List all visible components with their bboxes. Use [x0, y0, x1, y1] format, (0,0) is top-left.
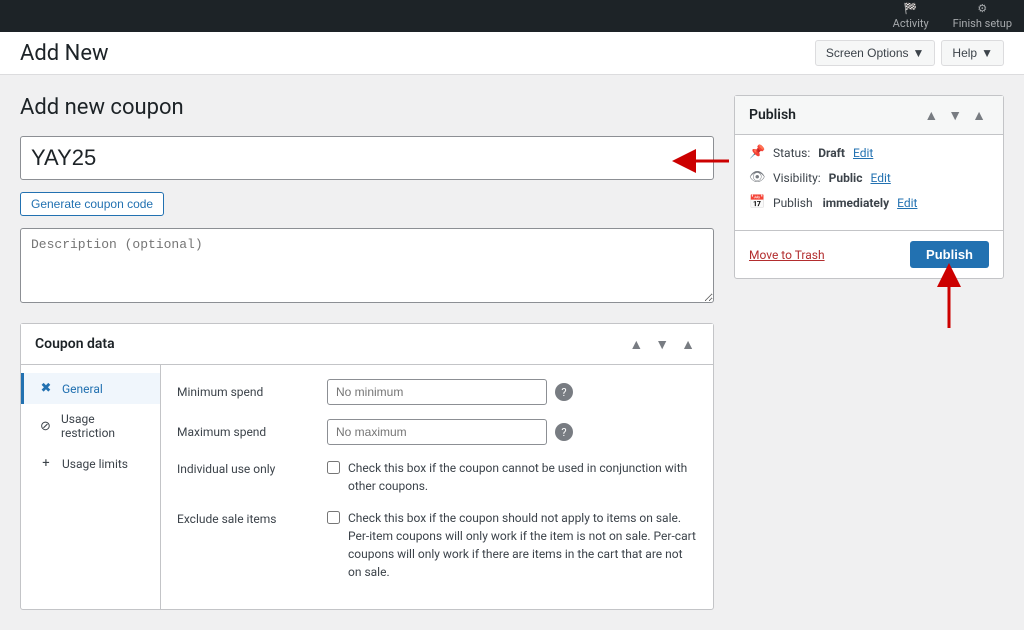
minimum-spend-input[interactable] — [327, 379, 547, 405]
tab-usage-limits[interactable]: + Usage limits — [21, 448, 160, 479]
individual-use-description: Check this box if the coupon cannot be u… — [348, 459, 697, 495]
activity-nav-item[interactable]: 🏁 Activity — [881, 0, 941, 32]
minimum-spend-field: ? — [327, 379, 697, 405]
main-content: Add new coupon Generate coupon code Coup — [0, 75, 1024, 630]
help-label: Help — [952, 46, 977, 60]
left-column: Add new coupon Generate coupon code Coup — [20, 95, 714, 610]
publish-time-value: immediately — [823, 196, 890, 210]
minimum-spend-row: Minimum spend ? — [177, 379, 697, 405]
page-title: Add New — [20, 41, 109, 66]
usage-limits-tab-label: Usage limits — [62, 457, 128, 471]
tab-general[interactable]: ✖ General — [21, 373, 160, 404]
visibility-icon: 👁 — [749, 170, 765, 185]
activity-icon: 🏁 — [904, 2, 918, 15]
publish-box-body: 📌 Status: Draft Edit 👁 Visibility: Publi… — [735, 135, 1003, 230]
publish-box: Publish ▲ ▼ ▲ 📌 Status: Draft Edit 👁 — [734, 95, 1004, 279]
exclude-sale-items-checkbox[interactable] — [327, 511, 340, 524]
coupon-data-body: ✖ General ⊘ Usage restriction + Usage li… — [21, 365, 713, 609]
exclude-sale-items-row: Exclude sale items Check this box if the… — [177, 509, 697, 581]
usage-restriction-tab-icon: ⊘ — [38, 419, 53, 434]
publish-time-row: 📅 Publish immediately Edit — [749, 195, 989, 210]
coupon-data-collapse-up-button[interactable]: ▲ — [625, 334, 647, 354]
coupon-tabs: ✖ General ⊘ Usage restriction + Usage li… — [21, 365, 161, 609]
tab-usage-restriction[interactable]: ⊘ Usage restriction — [21, 404, 160, 448]
finish-setup-icon: ⚙ — [977, 2, 987, 15]
individual-use-label: Individual use only — [177, 459, 327, 476]
right-column: Publish ▲ ▼ ▲ 📌 Status: Draft Edit 👁 — [734, 95, 1004, 610]
general-tab-label: General — [62, 382, 103, 396]
move-to-trash-link[interactable]: Move to Trash — [749, 248, 825, 262]
coupon-data-header: Coupon data ▲ ▼ ▲ — [21, 324, 713, 365]
help-chevron-icon: ▼ — [981, 46, 993, 60]
finish-setup-nav-item[interactable]: ⚙ Finish setup — [941, 0, 1024, 32]
publish-time-edit-link[interactable]: Edit — [897, 196, 917, 210]
red-arrow-annotation-input — [674, 141, 734, 181]
page-title-bar: Add New Screen Options ▼ Help ▼ — [0, 32, 1024, 75]
publish-box-controls: ▲ ▼ ▲ — [921, 106, 989, 124]
usage-restriction-tab-label: Usage restriction — [61, 412, 146, 440]
usage-limits-tab-icon: + — [38, 456, 54, 471]
visibility-row: 👁 Visibility: Public Edit — [749, 170, 989, 185]
minimum-spend-help-icon[interactable]: ? — [555, 383, 573, 401]
status-row: 📌 Status: Draft Edit — [749, 145, 989, 160]
coupon-code-input[interactable] — [20, 136, 714, 180]
activity-label: Activity — [893, 17, 929, 30]
screen-options-chevron-icon: ▼ — [913, 46, 925, 60]
individual-use-checkbox[interactable] — [327, 461, 340, 474]
finish-setup-label: Finish setup — [953, 17, 1012, 30]
publish-time-label: Publish — [773, 196, 813, 210]
screen-help-buttons: Screen Options ▼ Help ▼ — [815, 40, 1004, 66]
coupon-data-minimize-button[interactable]: ▲ — [677, 334, 699, 354]
maximum-spend-field: ? — [327, 419, 697, 445]
calendar-icon: 📅 — [749, 195, 765, 210]
status-edit-link[interactable]: Edit — [853, 146, 873, 160]
maximum-spend-row: Maximum spend ? — [177, 419, 697, 445]
exclude-sale-items-description: Check this box if the coupon should not … — [348, 509, 697, 581]
general-tab-icon: ✖ — [38, 381, 54, 396]
coupon-data-controls: ▲ ▼ ▲ — [625, 334, 699, 354]
description-textarea[interactable] — [20, 228, 714, 303]
publish-box-header: Publish ▲ ▼ ▲ — [735, 96, 1003, 135]
maximum-spend-help-icon[interactable]: ? — [555, 423, 573, 441]
minimum-spend-label: Minimum spend — [177, 379, 327, 399]
maximum-spend-input[interactable] — [327, 419, 547, 445]
visibility-edit-link[interactable]: Edit — [870, 171, 890, 185]
publish-box-footer: Move to Trash Publish — [735, 230, 1003, 278]
add-new-coupon-heading: Add new coupon — [20, 95, 714, 120]
visibility-label: Visibility: — [773, 171, 821, 185]
visibility-value: Public — [829, 171, 863, 185]
red-arrow-annotation-publish — [919, 263, 979, 333]
status-icon: 📌 — [749, 145, 765, 160]
publish-minimize-button[interactable]: ▲ — [969, 106, 989, 124]
publish-button-wrapper: Publish — [910, 241, 989, 268]
screen-options-label: Screen Options — [826, 46, 909, 60]
top-navigation: 🏁 Activity ⚙ Finish setup — [0, 0, 1024, 32]
status-label: Status: — [773, 146, 810, 160]
individual-use-row: Individual use only Check this box if th… — [177, 459, 697, 495]
maximum-spend-label: Maximum spend — [177, 419, 327, 439]
generate-coupon-code-button[interactable]: Generate coupon code — [20, 192, 164, 216]
status-value: Draft — [818, 146, 845, 160]
screen-options-button[interactable]: Screen Options ▼ — [815, 40, 936, 66]
publish-collapse-up-button[interactable]: ▲ — [921, 106, 941, 124]
help-button[interactable]: Help ▼ — [941, 40, 1004, 66]
coupon-tab-general-content: Minimum spend ? Maximum spend ? — [161, 365, 713, 609]
coupon-data-title: Coupon data — [35, 336, 115, 352]
coupon-data-collapse-down-button[interactable]: ▼ — [651, 334, 673, 354]
individual-use-field: Check this box if the coupon cannot be u… — [327, 459, 697, 495]
exclude-sale-items-label: Exclude sale items — [177, 509, 327, 526]
generate-btn-label: Generate coupon code — [31, 197, 153, 211]
publish-collapse-down-button[interactable]: ▼ — [945, 106, 965, 124]
publish-box-title: Publish — [749, 107, 796, 123]
exclude-sale-items-field: Check this box if the coupon should not … — [327, 509, 697, 581]
